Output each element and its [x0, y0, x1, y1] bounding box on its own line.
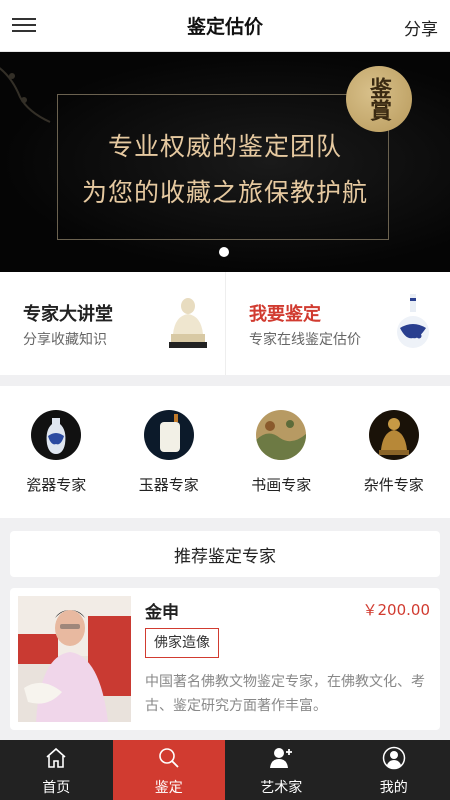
expert-name: 金申	[145, 603, 179, 623]
porcelain-vase-image	[397, 294, 429, 348]
appraisal-seal-logo: 鉴賞	[346, 66, 412, 132]
expert-description: 中国著名佛教文物鉴定专家，在佛教文化、考古、鉴定研究方面著作丰富。	[145, 674, 425, 714]
promo-subtitle: 分享收藏知识	[23, 332, 107, 348]
category-misc-expert[interactable]: 杂件专家	[338, 386, 450, 518]
banner-headline: 专业权威的鉴定团队	[107, 132, 342, 161]
recommended-experts-heading: 推荐鉴定专家	[10, 531, 440, 577]
profile-icon	[382, 746, 405, 770]
search-icon	[158, 748, 179, 768]
tab-label: 鉴定	[154, 780, 183, 796]
tab-home[interactable]: 首页	[0, 740, 113, 800]
page-title: 鉴定估价	[186, 16, 263, 38]
request-appraisal-card[interactable]: 我要鉴定 专家在线鉴定估价	[225, 272, 450, 375]
promo-title: 我要鉴定	[249, 304, 321, 325]
tab-label: 艺术家	[260, 780, 303, 796]
tab-label: 我的	[379, 780, 408, 796]
promo-subtitle: 专家在线鉴定估价	[249, 332, 361, 348]
painting-scroll-icon	[256, 410, 306, 460]
add-user-icon	[270, 748, 292, 768]
tab-profile[interactable]: 我的	[338, 740, 450, 800]
expert-portrait-photo	[18, 596, 131, 722]
tab-label: 首页	[42, 780, 71, 796]
jade-pendant-icon	[143, 410, 194, 460]
plum-branch-decoration	[0, 67, 51, 123]
tab-appraisal[interactable]: 鉴定	[112, 740, 225, 800]
banner-frame	[57, 94, 389, 240]
share-button[interactable]: 分享	[404, 15, 438, 40]
carousel-indicator-dot[interactable]	[219, 247, 229, 257]
bronze-buddha-icon	[368, 410, 419, 460]
expert-card[interactable]: 金申 ￥200.00 佛家造像 中国著名佛教文物鉴定专家，在佛教文化、考古、鉴定…	[10, 588, 440, 730]
expert-lecture-card[interactable]: 专家大讲堂 分享收藏知识	[0, 272, 225, 375]
promo-section: 专家大讲堂 分享收藏知识 我要鉴定 专家在线鉴定估价	[0, 272, 450, 375]
expert-price: ￥200.00	[362, 601, 431, 619]
banner-subheadline: 为您的收藏之旅保教护航	[81, 178, 368, 207]
category-label: 杂件专家	[363, 476, 424, 494]
expert-specialty-tag: 佛家造像	[145, 628, 219, 658]
category-label: 书画专家	[251, 476, 312, 494]
bottom-tab-bar: 首页 鉴定 艺术家 我的	[0, 740, 450, 800]
hamburger-menu-icon[interactable]	[12, 14, 36, 36]
home-icon	[46, 747, 66, 768]
expert-category-grid: 瓷器专家 玉器专家 书画专家 杂件专家	[0, 386, 450, 518]
category-porcelain-expert[interactable]: 瓷器专家	[0, 386, 113, 518]
category-jade-expert[interactable]: 玉器专家	[113, 386, 226, 518]
banner-carousel[interactable]: 专业权威的鉴定团队 为您的收藏之旅保教护航 鉴賞	[0, 52, 450, 272]
tab-artists[interactable]: 艺术家	[225, 740, 338, 800]
category-painting-expert[interactable]: 书画专家	[225, 386, 338, 518]
porcelain-vase-icon	[31, 410, 81, 460]
jade-buddha-image	[169, 298, 207, 348]
category-label: 瓷器专家	[26, 476, 87, 494]
category-label: 玉器专家	[138, 476, 199, 494]
promo-title: 专家大讲堂	[23, 304, 113, 325]
app-header: 鉴定估价 分享	[0, 0, 450, 52]
